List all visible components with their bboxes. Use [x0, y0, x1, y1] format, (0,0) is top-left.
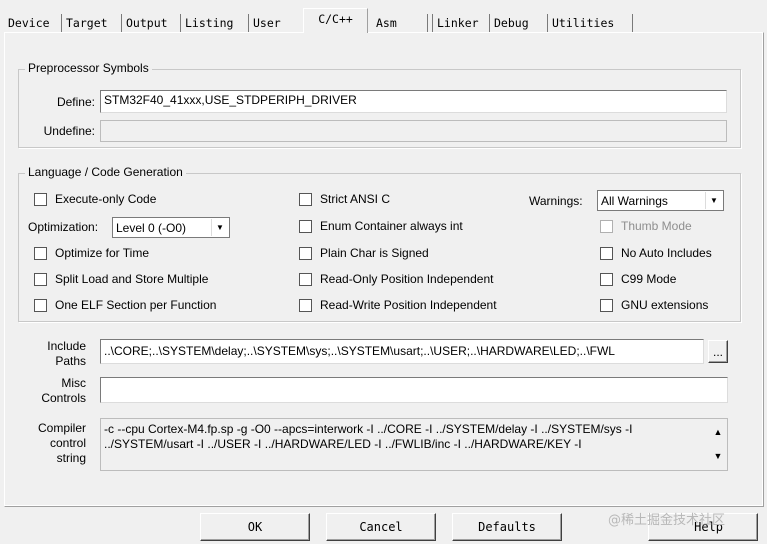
- gnu-ext-box[interactable]: [600, 298, 613, 312]
- ok-button[interactable]: OK: [200, 513, 310, 541]
- chevron-down-icon[interactable]: ▼: [211, 219, 228, 236]
- compiler-control-string[interactable]: -c --cpu Cortex-M4.fp.sp -g -O0 --apcs=i…: [100, 418, 728, 471]
- c99-mode-label: C99 Mode: [621, 272, 677, 286]
- ro-pos-label: Read-Only Position Independent: [320, 272, 494, 286]
- define-label: Define:: [56, 95, 95, 109]
- tab-debug[interactable]: Debug: [490, 14, 548, 32]
- include-paths-label: Include Paths: [28, 339, 86, 369]
- rw-pos-box[interactable]: [299, 298, 312, 312]
- enum-container-label: Enum Container always int: [320, 219, 463, 233]
- strict-ansi-label: Strict ANSI C: [320, 192, 391, 206]
- plain-char-label: Plain Char is Signed: [320, 246, 429, 260]
- misc-controls-label: Misc Controls: [28, 376, 86, 406]
- thumb-mode-label: Thumb Mode: [621, 219, 692, 233]
- tab-bar: Device Target Output Listing User C/C++ …: [0, 8, 767, 33]
- misc-controls-field[interactable]: [100, 377, 728, 403]
- defaults-button[interactable]: Defaults: [452, 513, 562, 541]
- compiler-label-line1: Compiler: [37, 421, 86, 435]
- rw-pos-label: Read-Write Position Independent: [320, 298, 497, 312]
- chevron-up-icon[interactable]: ▲: [714, 425, 723, 440]
- execute-only-checkbox[interactable]: Execute-only Code: [34, 192, 156, 206]
- ro-pos-checkbox[interactable]: Read-Only Position Independent: [299, 272, 493, 286]
- gnu-ext-checkbox[interactable]: GNU extensions: [600, 298, 708, 312]
- compiler-control-label: Compiler control string: [28, 421, 86, 466]
- split-load-checkbox[interactable]: Split Load and Store Multiple: [34, 272, 208, 286]
- split-load-label: Split Load and Store Multiple: [55, 272, 209, 286]
- define-field[interactable]: STM32F40_41xxx,USE_STDPERIPH_DRIVER: [100, 90, 727, 113]
- cancel-button[interactable]: Cancel: [326, 513, 436, 541]
- no-auto-includes-box[interactable]: [600, 246, 613, 260]
- compiler-label-line2: control: [49, 436, 86, 450]
- c99-mode-box[interactable]: [600, 272, 613, 286]
- c99-mode-checkbox[interactable]: C99 Mode: [600, 272, 676, 286]
- gnu-ext-label: GNU extensions: [621, 298, 709, 312]
- execute-only-box[interactable]: [34, 192, 47, 206]
- optimize-time-box[interactable]: [34, 246, 47, 260]
- include-label-line1: Include: [47, 339, 86, 353]
- thumb-mode-checkbox[interactable]: Thumb Mode: [600, 219, 692, 233]
- undefine-field[interactable]: [100, 120, 727, 142]
- one-elf-box[interactable]: [34, 298, 47, 312]
- warnings-label: Warnings:: [529, 194, 583, 208]
- thumb-mode-box[interactable]: [600, 219, 613, 233]
- tab-c-cpp[interactable]: C/C++: [303, 8, 368, 33]
- enum-container-box[interactable]: [299, 219, 312, 233]
- tab-listing[interactable]: Listing: [181, 14, 249, 32]
- tab-asm[interactable]: Asm: [372, 14, 428, 32]
- scrollbar[interactable]: ▲ ▼: [709, 419, 727, 470]
- misc-label-line1: Misc: [61, 376, 86, 390]
- execute-only-label: Execute-only Code: [55, 192, 157, 206]
- optimization-label: Optimization:: [28, 220, 99, 234]
- plain-char-box[interactable]: [299, 246, 312, 260]
- optimization-value: Level 0 (-O0): [116, 220, 187, 235]
- watermark: @稀土掘金技术社区: [608, 513, 726, 528]
- one-elf-label: One ELF Section per Function: [55, 298, 217, 312]
- no-auto-includes-checkbox[interactable]: No Auto Includes: [600, 246, 712, 260]
- preprocessor-title: Preprocessor Symbols: [25, 61, 152, 75]
- tab-user[interactable]: User: [249, 14, 303, 32]
- ro-pos-box[interactable]: [299, 272, 312, 286]
- chevron-down-icon[interactable]: ▼: [714, 449, 723, 464]
- include-label-line2: Paths: [55, 354, 86, 368]
- chevron-down-icon[interactable]: ▼: [705, 192, 722, 209]
- strict-ansi-checkbox[interactable]: Strict ANSI C: [299, 192, 390, 206]
- compiler-line-2: ../SYSTEM/usart -I ../USER -I ../HARDWAR…: [104, 437, 582, 451]
- undefine-label: Undefine:: [43, 124, 95, 138]
- optimize-time-label: Optimize for Time: [55, 246, 150, 260]
- enum-container-checkbox[interactable]: Enum Container always int: [299, 219, 463, 233]
- tab-output[interactable]: Output: [122, 14, 181, 32]
- warnings-value: All Warnings: [601, 193, 668, 208]
- include-paths-field[interactable]: ..\CORE;..\SYSTEM\delay;..\SYSTEM\sys;..…: [100, 339, 704, 364]
- tab-device[interactable]: Device: [4, 14, 62, 32]
- split-load-box[interactable]: [34, 272, 47, 286]
- optimize-time-checkbox[interactable]: Optimize for Time: [34, 246, 149, 260]
- tab-linker[interactable]: Linker: [432, 14, 490, 32]
- warnings-select[interactable]: All Warnings ▼: [597, 190, 724, 211]
- plain-char-checkbox[interactable]: Plain Char is Signed: [299, 246, 429, 260]
- include-browse-button[interactable]: ...: [708, 340, 728, 363]
- optimization-select[interactable]: Level 0 (-O0) ▼: [112, 217, 230, 238]
- tab-utilities[interactable]: Utilities: [548, 14, 633, 32]
- compiler-label-line3: string: [56, 451, 86, 465]
- rw-pos-checkbox[interactable]: Read-Write Position Independent: [299, 298, 497, 312]
- strict-ansi-box[interactable]: [299, 192, 312, 206]
- no-auto-includes-label: No Auto Includes: [621, 246, 712, 260]
- one-elf-checkbox[interactable]: One ELF Section per Function: [34, 298, 216, 312]
- tab-target[interactable]: Target: [62, 14, 122, 32]
- misc-label-line2: Controls: [41, 391, 86, 405]
- codegen-title: Language / Code Generation: [25, 165, 186, 179]
- compiler-line-1: -c --cpu Cortex-M4.fp.sp -g -O0 --apcs=i…: [104, 422, 633, 436]
